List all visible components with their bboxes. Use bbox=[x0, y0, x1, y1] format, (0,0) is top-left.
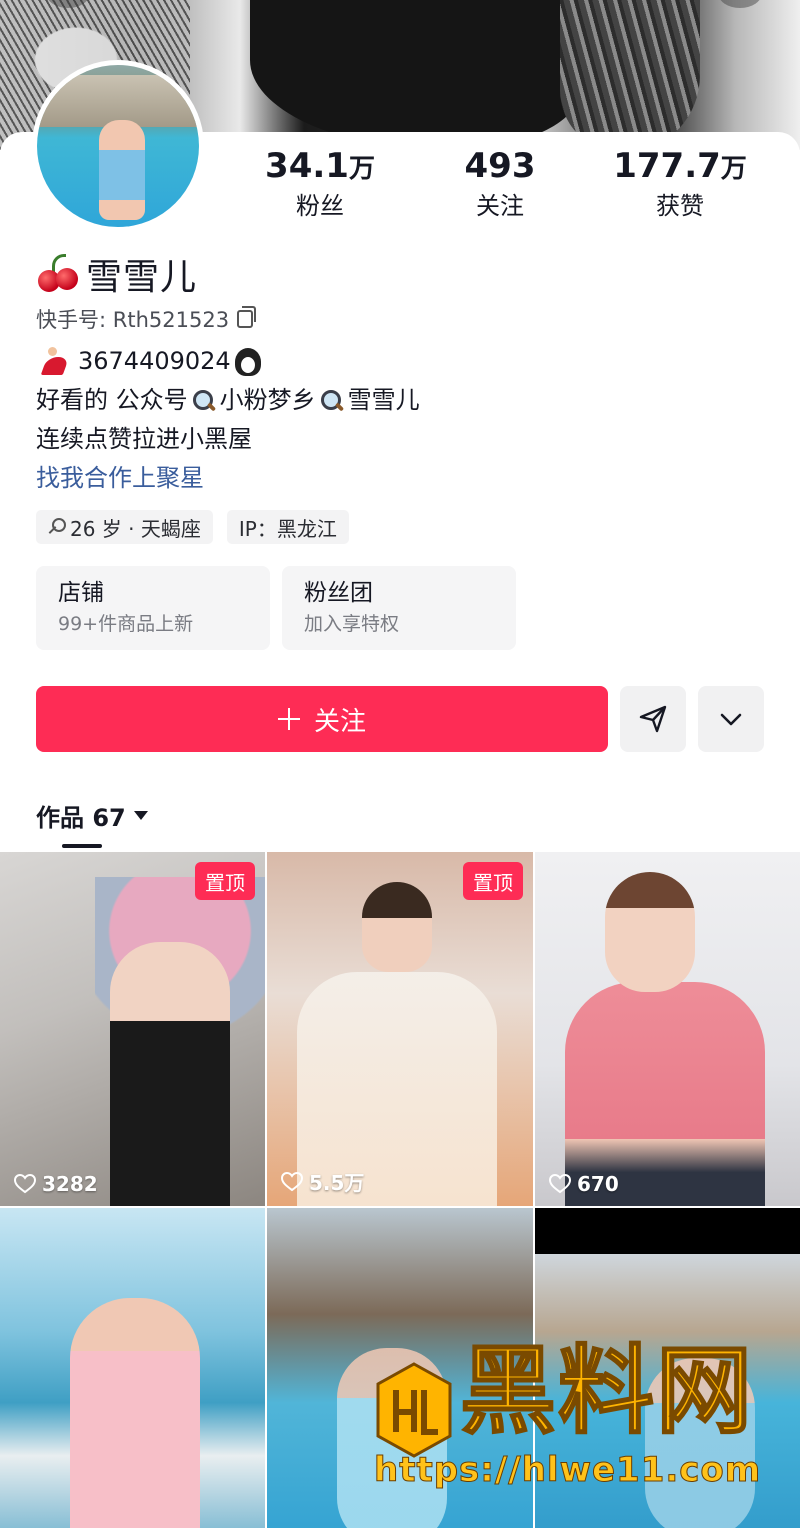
send-icon bbox=[638, 704, 668, 734]
tab-active-indicator bbox=[62, 844, 102, 848]
heart-icon bbox=[281, 1171, 303, 1191]
thumbnail-image bbox=[110, 942, 230, 1206]
bio-line: 好看的 公众号 小粉梦乡 雪雪儿 bbox=[36, 381, 756, 420]
avatar[interactable] bbox=[32, 60, 204, 232]
caret-down-icon bbox=[133, 811, 148, 820]
bio-text: 连续点赞拉进小黑屋 bbox=[36, 425, 252, 453]
tag-text: 26 岁 · 天蝎座 bbox=[70, 516, 201, 541]
ip-location-tag: IP：黑龙江 bbox=[226, 510, 349, 544]
pinned-badge: 置顶 bbox=[463, 862, 523, 900]
female-gender-icon bbox=[48, 518, 66, 536]
stat-likes[interactable]: 177.7万 获赞 bbox=[600, 144, 760, 221]
profile-bio: 3674409024 好看的 公众号 小粉梦乡 雪雪儿 连续点赞拉进小黑屋 找我… bbox=[36, 342, 756, 498]
stat-value: 34.1万 bbox=[265, 146, 375, 186]
stat-label: 获赞 bbox=[656, 192, 704, 220]
avatar-figure bbox=[99, 120, 145, 220]
fan-group-card[interactable]: 粉丝团 加入享特权 bbox=[282, 566, 516, 650]
video-thumbnail[interactable]: 置顶 5.5万 bbox=[267, 852, 533, 1206]
works-tab[interactable]: 作品 67 bbox=[36, 798, 148, 833]
kuaishou-id-text: 快手号: Rth521523 bbox=[36, 308, 230, 332]
bio-text: 小粉梦乡 bbox=[219, 386, 316, 414]
heart-icon bbox=[14, 1174, 36, 1194]
video-likes: 670 bbox=[549, 1172, 619, 1196]
magnifier-emoji-icon bbox=[192, 389, 216, 413]
feature-subtitle: 加入享特权 bbox=[304, 613, 400, 635]
share-button[interactable] bbox=[620, 686, 686, 752]
watermark-title: 黑料网 bbox=[459, 1335, 754, 1447]
dancer-emoji-icon bbox=[36, 346, 70, 377]
watermark-logo-icon bbox=[376, 1362, 452, 1458]
chevron-down-icon bbox=[718, 706, 744, 732]
profile-actions: 关注 bbox=[36, 686, 764, 752]
profile-name: 雪雪儿 bbox=[86, 257, 198, 298]
likes-count: 3282 bbox=[42, 1172, 98, 1196]
age-zodiac-tag: 26 岁 · 天蝎座 bbox=[36, 510, 213, 544]
avatar-image bbox=[37, 65, 199, 227]
bio-line: 连续点赞拉进小黑屋 bbox=[36, 420, 756, 459]
stat-value: 177.7万 bbox=[613, 146, 747, 186]
feature-title: 粉丝团 bbox=[304, 580, 373, 606]
cover-decoration bbox=[250, 0, 580, 150]
thumbnail-image bbox=[605, 872, 695, 992]
profile-name-row: 雪雪儿 bbox=[36, 250, 197, 298]
stat-followers[interactable]: 34.1万 粉丝 bbox=[240, 144, 400, 221]
tab-works-label: 作品 67 bbox=[36, 804, 126, 832]
likes-count: 5.5万 bbox=[309, 1171, 365, 1195]
stat-value: 493 bbox=[464, 146, 536, 186]
cover-decoration bbox=[560, 0, 700, 150]
profile-tags: 26 岁 · 天蝎座 IP：黑龙江 bbox=[36, 510, 349, 544]
thumbnail-image bbox=[70, 1298, 200, 1528]
stat-following[interactable]: 493 关注 bbox=[420, 144, 580, 221]
follow-button-label: 关注 bbox=[313, 706, 366, 737]
shop-card[interactable]: 店铺 99+件商品上新 bbox=[36, 566, 270, 650]
likes-count: 670 bbox=[577, 1172, 619, 1196]
cover-decoration bbox=[718, 0, 762, 8]
bio-line: 3674409024 bbox=[36, 342, 756, 381]
heart-icon bbox=[549, 1174, 571, 1194]
kuaishou-id[interactable]: 快手号: Rth521523 bbox=[36, 304, 257, 334]
thumbnail-image bbox=[362, 882, 432, 972]
more-button[interactable] bbox=[698, 686, 764, 752]
cooperation-link[interactable]: 找我合作上聚星 bbox=[36, 459, 756, 498]
feature-cards: 店铺 99+件商品上新 粉丝团 加入享特权 bbox=[36, 566, 516, 650]
cherry-emoji-icon bbox=[36, 252, 80, 296]
video-thumbnail[interactable]: 670 bbox=[535, 852, 800, 1206]
profile-card: 34.1万 粉丝 493 关注 177.7万 获赞 雪雪儿 快手号: Rth52… bbox=[0, 60, 800, 1528]
video-likes: 3282 bbox=[14, 1172, 98, 1196]
bio-text: 好看的 公众号 bbox=[36, 386, 188, 414]
site-watermark: 黑料网 https://hlwe11.com bbox=[370, 1330, 770, 1520]
video-thumbnail[interactable]: 置顶 3282 bbox=[0, 852, 265, 1206]
follow-button[interactable]: 关注 bbox=[36, 686, 608, 752]
profile-stats: 34.1万 粉丝 493 关注 177.7万 获赞 bbox=[240, 144, 760, 221]
stat-label: 粉丝 bbox=[296, 192, 344, 220]
plus-icon bbox=[277, 708, 300, 730]
bio-text: 雪雪儿 bbox=[347, 386, 420, 414]
tag-text: IP：黑龙江 bbox=[238, 516, 337, 541]
video-likes: 5.5万 bbox=[281, 1167, 364, 1196]
copy-icon[interactable] bbox=[237, 306, 257, 328]
bio-qq-number: 3674409024 bbox=[78, 347, 231, 375]
feature-title: 店铺 bbox=[58, 580, 104, 606]
watermark-url: https://hlwe11.com bbox=[373, 1450, 762, 1491]
magnifier-emoji-icon bbox=[320, 389, 344, 413]
feature-subtitle: 99+件商品上新 bbox=[58, 613, 194, 635]
stat-label: 关注 bbox=[476, 192, 524, 220]
pinned-badge: 置顶 bbox=[195, 862, 255, 900]
penguin-emoji-icon bbox=[234, 347, 261, 376]
video-thumbnail[interactable] bbox=[0, 1208, 265, 1528]
